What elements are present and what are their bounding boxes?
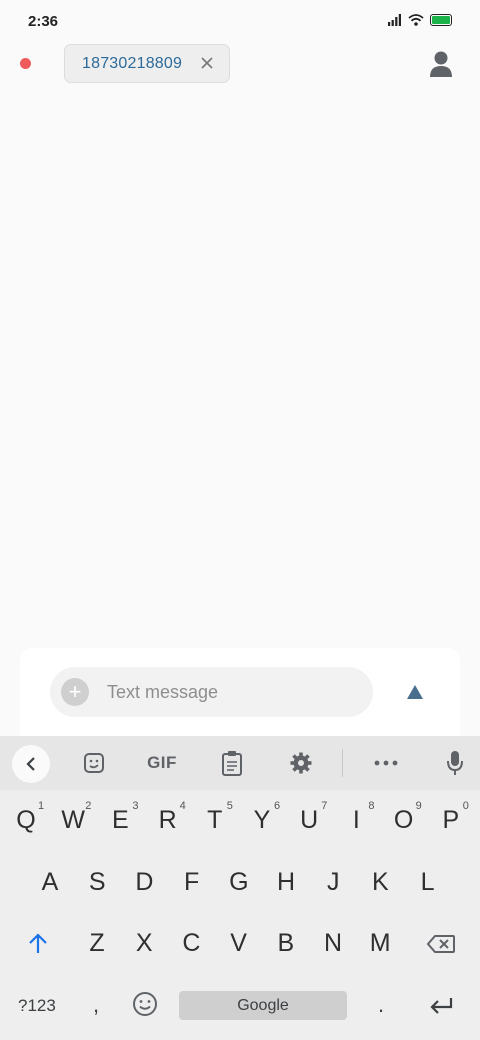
sticker-icon — [84, 753, 104, 773]
key-g[interactable]: G — [219, 868, 259, 897]
shift-key-icon[interactable] — [27, 932, 49, 956]
clipboard-icon — [222, 751, 242, 776]
backspace-key-icon[interactable] — [426, 934, 456, 954]
space-key[interactable]: Google — [179, 991, 347, 1020]
key-s[interactable]: S — [77, 868, 117, 897]
contact-person-icon[interactable] — [428, 50, 454, 78]
wifi-icon — [408, 14, 424, 26]
key-k[interactable]: K — [360, 868, 400, 897]
gear-icon — [290, 752, 312, 774]
key-v[interactable]: V — [219, 929, 259, 958]
recipient-number: 18730218809 — [82, 54, 183, 72]
key-hint-3: 3 — [132, 800, 139, 812]
key-d[interactable]: D — [124, 868, 164, 897]
recipient-chip[interactable]: 18730218809 — [64, 44, 230, 83]
microphone-icon — [447, 751, 463, 775]
add-attachment-button[interactable]: + — [61, 678, 89, 706]
symbols-key[interactable]: ?123 — [18, 996, 56, 1016]
key-l[interactable]: L — [408, 868, 448, 897]
key-x[interactable]: X — [124, 929, 164, 958]
gif-button[interactable]: GIF — [140, 746, 184, 780]
message-placeholder: Text message — [107, 682, 219, 702]
battery-icon — [430, 14, 452, 26]
key-h[interactable]: H — [266, 868, 306, 897]
chevron-left-icon — [26, 757, 35, 771]
status-bar: 2:36 — [0, 0, 480, 44]
voice-input-button[interactable] — [442, 746, 468, 780]
gif-label: GIF — [147, 753, 177, 772]
key-n[interactable]: N — [313, 929, 353, 958]
comma-key[interactable]: , — [93, 992, 99, 1018]
key-m[interactable]: M — [360, 929, 400, 958]
keyboard-back-button[interactable] — [12, 745, 50, 783]
space-key-label: Google — [237, 996, 289, 1014]
key-hint-2: 2 — [85, 800, 92, 812]
toolbar-divider — [342, 749, 343, 777]
settings-button[interactable] — [287, 746, 315, 780]
key-a[interactable]: A — [30, 868, 70, 897]
emoji-icon[interactable] — [132, 991, 158, 1017]
key-hint-8: 8 — [368, 800, 375, 812]
key-hint-1: 1 — [38, 800, 45, 812]
key-hint-4: 4 — [179, 800, 186, 812]
key-hint-5: 5 — [226, 800, 233, 812]
signal-icon — [388, 14, 401, 26]
soft-keyboard: GIF Q 1 W 2 E 3 R 4 T 5 Y 6 U 7 I 8 O 9 … — [0, 736, 480, 1040]
key-hint-7: 7 — [321, 800, 328, 812]
enter-key-icon[interactable] — [428, 996, 454, 1016]
key-hint-9: 9 — [415, 800, 422, 812]
key-hint-6: 6 — [274, 800, 281, 812]
remove-recipient-icon[interactable] — [199, 55, 215, 71]
send-icon[interactable] — [402, 680, 428, 706]
recording-dot-icon — [20, 58, 31, 69]
key-b[interactable]: B — [266, 929, 306, 958]
sticker-button[interactable] — [80, 746, 108, 780]
keyboard-toolbar: GIF — [0, 736, 480, 790]
key-c[interactable]: C — [171, 929, 211, 958]
status-time: 2:36 — [28, 13, 59, 30]
clipboard-button[interactable] — [218, 746, 246, 780]
recipient-bar: 18730218809 — [0, 44, 480, 84]
key-z[interactable]: Z — [77, 929, 117, 958]
key-hint-0: 0 — [462, 800, 469, 812]
key-j[interactable]: J — [313, 868, 353, 897]
status-icons — [388, 14, 452, 26]
key-f[interactable]: F — [172, 868, 212, 897]
plus-icon: + — [68, 679, 82, 704]
more-button[interactable] — [372, 746, 400, 780]
more-dots-icon — [374, 760, 398, 766]
period-key[interactable]: . — [378, 992, 384, 1018]
